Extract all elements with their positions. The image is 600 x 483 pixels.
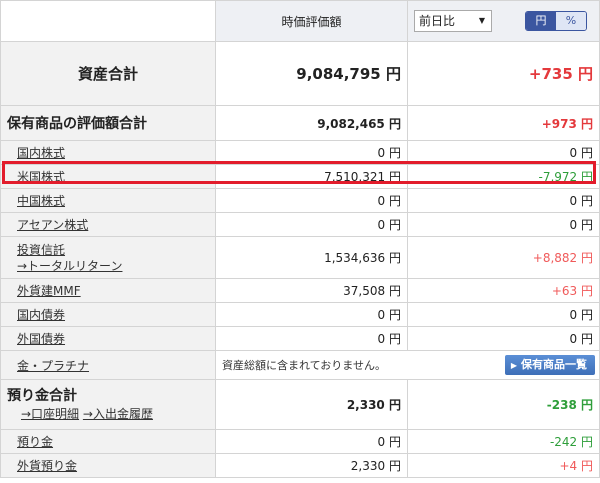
row-link-asean-stock[interactable]: アセアン株式 <box>17 218 88 232</box>
holdings-total-row: 保有商品の評価額合計 9,082,465 円 +973 円 <box>0 105 600 141</box>
toggle-percent-button[interactable]: % <box>556 12 586 30</box>
table-row: 米国株式 7,510,321 円 -7,972 円 <box>0 164 600 189</box>
total-row: 資産合計 9,084,795 円 +735 円 <box>0 41 600 106</box>
unit-toggle[interactable]: 円 % <box>525 11 587 31</box>
column-header-value: 時価評価額 <box>214 0 408 42</box>
row-change: 0 円 <box>406 140 600 165</box>
compare-select[interactable]: 前日比 ▼ <box>413 10 492 32</box>
row-change: 0 円 <box>406 302 600 327</box>
header-row: 時価評価額 前日比 ▼ 円 % <box>0 0 600 42</box>
table-row: 国内債券 0 円 0 円 <box>0 302 600 327</box>
not-included-note: 資産総額に含まれておりません。 <box>221 359 386 372</box>
holdings-total-value: 9,082,465 円 <box>214 105 408 141</box>
table-row: 国内株式 0 円 0 円 <box>0 140 600 165</box>
row-link-investment-trust[interactable]: 投資信託 <box>17 243 65 257</box>
table-row: 外貨預り金 2,330 円 +4 円 <box>0 453 600 478</box>
deposit-total-change: -238 円 <box>406 379 600 430</box>
table-row: 中国株式 0 円 0 円 <box>0 188 600 213</box>
row-value: 37,508 円 <box>214 278 408 303</box>
asset-summary-panel: 時価評価額 前日比 ▼ 円 % 資産合計 9,084,795 円 +735 円 保… <box>0 0 600 483</box>
row-value: 0 円 <box>214 140 408 165</box>
row-link-foreign-bond[interactable]: 外国債券 <box>17 332 65 346</box>
table-row: 金・プラチナ 資産総額に含まれておりません。 ▶ 保有商品一覧 <box>0 350 600 380</box>
row-link-domestic-bond[interactable]: 国内債券 <box>17 308 65 322</box>
deposit-total-label: 預り金合計 <box>7 387 77 404</box>
row-change: -7,972 円 <box>406 164 600 189</box>
holdings-total-change: +973 円 <box>406 105 600 141</box>
row-change: 0 円 <box>406 188 600 213</box>
total-value: 9,084,795 円 <box>214 41 408 106</box>
row-link-us-stock[interactable]: 米国株式 <box>17 170 65 184</box>
total-return-link[interactable]: →トータルリターン <box>17 259 122 273</box>
row-link-foreign-mmf[interactable]: 外貨建MMF <box>17 284 81 298</box>
row-value: 0 円 <box>214 212 408 237</box>
triangle-right-icon: ▶ <box>510 361 517 370</box>
deposit-history-link[interactable]: →入出金履歴 <box>83 407 153 421</box>
row-value: 0 円 <box>214 429 408 454</box>
row-value: 0 円 <box>214 188 408 213</box>
holdings-list-button[interactable]: ▶ 保有商品一覧 <box>504 355 595 375</box>
row-link-china-stock[interactable]: 中国株式 <box>17 194 65 208</box>
table-row: 外貨建MMF 37,508 円 +63 円 <box>0 278 600 303</box>
table-row: アセアン株式 0 円 0 円 <box>0 212 600 237</box>
holdings-total-label: 保有商品の評価額合計 <box>0 105 216 141</box>
table-row: 外国債券 0 円 0 円 <box>0 326 600 351</box>
row-change: +8,882 円 <box>406 236 600 279</box>
row-value: 2,330 円 <box>214 453 408 478</box>
chevron-down-icon: ▼ <box>478 16 485 25</box>
compare-cell: 前日比 ▼ 円 % <box>406 0 600 42</box>
total-label: 資産合計 <box>0 41 216 106</box>
row-change: 0 円 <box>406 326 600 351</box>
table-row: 預り金 0 円 -242 円 <box>0 429 600 454</box>
row-change: +4 円 <box>406 453 600 478</box>
row-change: -242 円 <box>406 429 600 454</box>
deposit-total-value: 2,330 円 <box>214 379 408 430</box>
toggle-yen-button[interactable]: 円 <box>526 12 556 30</box>
row-link-foreign-deposit[interactable]: 外貨預り金 <box>17 459 77 473</box>
asset-table: 時価評価額 前日比 ▼ 円 % 資産合計 9,084,795 円 +735 円 保… <box>0 0 600 478</box>
row-value: 7,510,321 円 <box>214 164 408 189</box>
table-row: 投資信託 →トータルリターン 1,534,636 円 +8,882 円 <box>0 236 600 279</box>
row-link-deposit[interactable]: 預り金 <box>17 435 53 449</box>
row-value: 1,534,636 円 <box>214 236 408 279</box>
row-change: +63 円 <box>406 278 600 303</box>
account-statement-link[interactable]: →口座明細 <box>21 407 79 421</box>
row-value: 0 円 <box>214 326 408 351</box>
total-change: +735 円 <box>406 41 600 106</box>
row-change: 0 円 <box>406 212 600 237</box>
row-link-gold-platinum[interactable]: 金・プラチナ <box>17 359 89 373</box>
row-value: 0 円 <box>214 302 408 327</box>
row-link-domestic-stock[interactable]: 国内株式 <box>17 146 65 160</box>
deposit-total-row: 預り金合計 →口座明細 →入出金履歴 2,330 円 -238 円 <box>0 379 600 430</box>
